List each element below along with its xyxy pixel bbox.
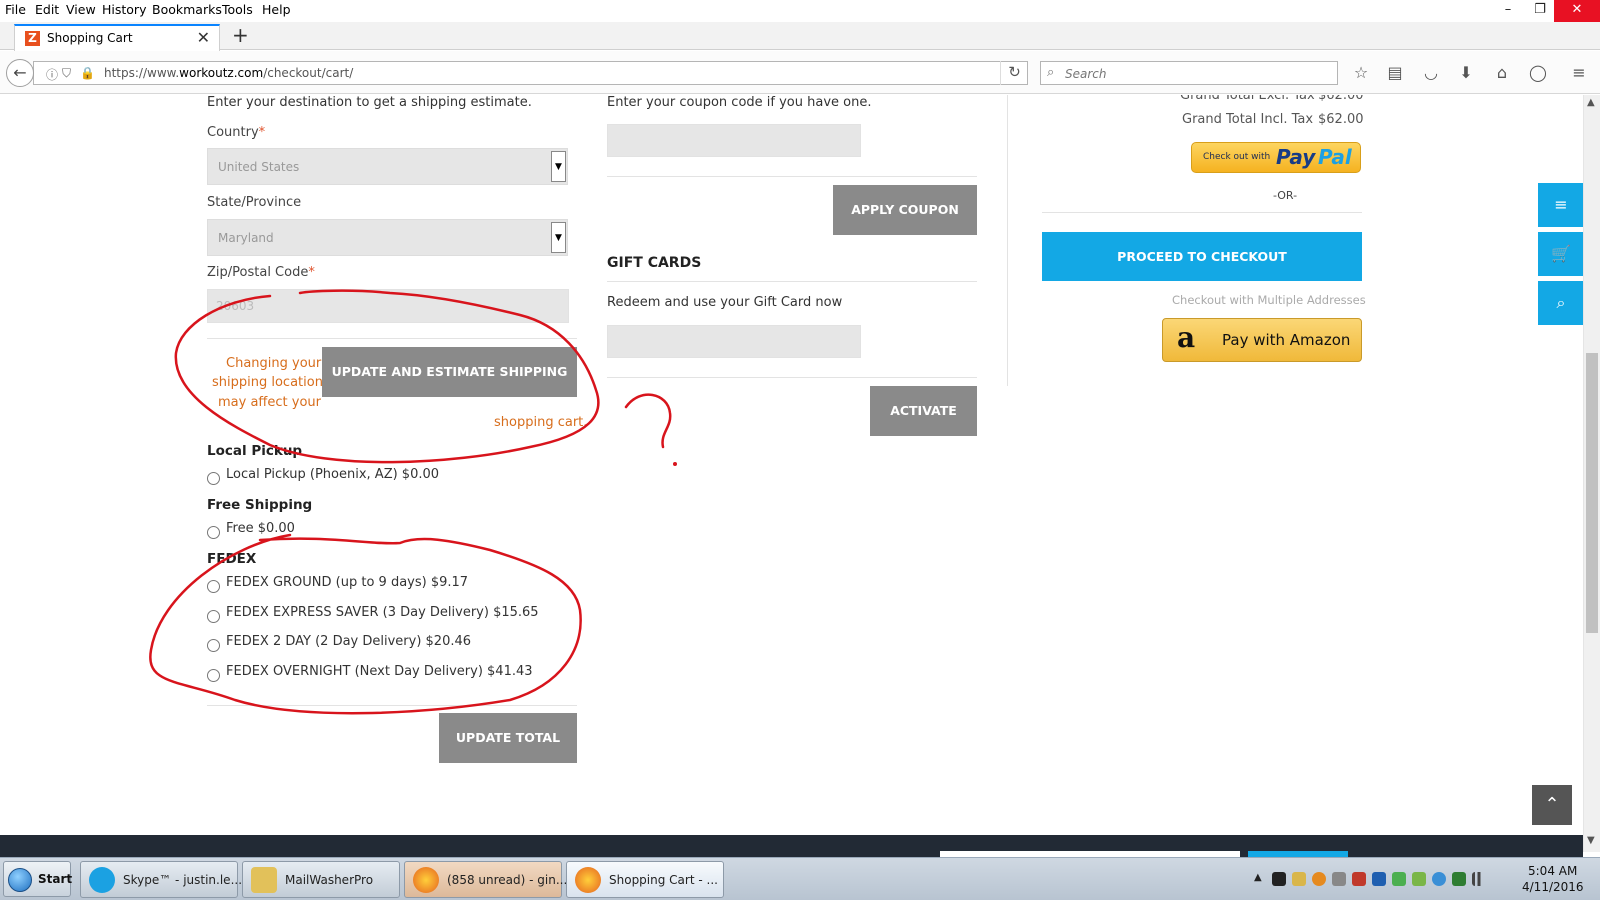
shield-icon[interactable]: ⛉ xyxy=(62,66,71,81)
task-label: Skype™ - justin.le... xyxy=(123,873,243,887)
menu-edit[interactable]: Edit xyxy=(35,2,59,17)
new-tab-button[interactable]: + xyxy=(232,23,249,47)
menu-tools[interactable]: Tools xyxy=(222,2,253,17)
navigation-bar: ⓘ ⛉ 🔒 https://www.workoutz.com/checkout/… xyxy=(0,51,1600,94)
skype-tray-icon[interactable] xyxy=(1432,872,1446,886)
tray-expand-icon[interactable]: ▲ xyxy=(1254,872,1268,886)
home-icon[interactable]: ⌂ xyxy=(1491,63,1513,82)
task-firefox-mail[interactable]: (858 unread) - gin... xyxy=(404,861,567,898)
reload-button[interactable]: ↻ xyxy=(1000,61,1028,85)
task-label: Shopping Cart - ... xyxy=(609,873,718,887)
search-placeholder: Search xyxy=(1065,67,1107,81)
recycle-icon[interactable] xyxy=(1452,872,1466,886)
info-icon[interactable]: ⓘ xyxy=(46,66,58,83)
mailwasher-tray-icon[interactable] xyxy=(1292,872,1306,886)
close-window-button[interactable]: ✕ xyxy=(1554,0,1600,22)
task-label: MailWasherPro xyxy=(285,873,374,887)
qq-penguin-icon[interactable] xyxy=(1272,872,1286,886)
mailwasher-icon xyxy=(251,867,277,893)
windows-taskbar: Start Skype™ - justin.le... MailWasherPr… xyxy=(0,857,1600,900)
hamburger-menu-icon[interactable]: ≡ xyxy=(1568,63,1590,82)
tab-bar: Z Shopping Cart ✕ + xyxy=(0,22,1600,51)
task-firefox-shopping-cart[interactable]: Shopping Cart - ... xyxy=(566,861,724,898)
clock-date[interactable]: 4/11/2016 xyxy=(1522,880,1584,894)
sync-icon[interactable] xyxy=(1392,872,1406,886)
search-icon: ⌕ xyxy=(1047,65,1055,80)
security-icon[interactable] xyxy=(1352,872,1366,886)
tab-shopping-cart[interactable]: Z Shopping Cart ✕ xyxy=(14,24,220,51)
annotation-circle-fedex xyxy=(149,533,582,715)
clipboard-icon[interactable]: ▤ xyxy=(1384,63,1406,82)
malwarebytes-icon[interactable] xyxy=(1372,872,1386,886)
tab-title: Shopping Cart xyxy=(47,31,133,45)
menu-history[interactable]: History xyxy=(102,2,146,17)
firefox-icon xyxy=(575,867,601,893)
menu-view[interactable]: View xyxy=(66,2,96,17)
network-signal-icon[interactable] xyxy=(1472,872,1486,886)
tab-close-icon[interactable]: ✕ xyxy=(197,28,210,47)
url-prefix: https://www. xyxy=(104,66,180,80)
clock-time[interactable]: 5:04 AM xyxy=(1528,864,1577,878)
volume-icon[interactable] xyxy=(1332,872,1346,886)
annotation-overlay xyxy=(149,289,677,715)
url-bar[interactable]: ⓘ ⛉ 🔒 https://www.workoutz.com/checkout/… xyxy=(33,61,1028,85)
restore-button[interactable]: ❐ xyxy=(1522,0,1558,22)
windows-orb-icon xyxy=(8,868,32,892)
start-label: Start xyxy=(38,872,73,886)
page-content: Enter your destination to get a shipping… xyxy=(0,95,1600,835)
updater-icon[interactable] xyxy=(1412,872,1426,886)
page-scrollbar[interactable]: ▲ ▼ xyxy=(1583,95,1600,852)
search-bar[interactable]: ⌕ Search xyxy=(1040,61,1338,85)
back-button[interactable]: ← xyxy=(6,59,34,87)
skype-icon xyxy=(89,867,115,893)
task-mailwasher[interactable]: MailWasherPro xyxy=(242,861,400,898)
start-button[interactable]: Start xyxy=(3,861,73,897)
minimize-button[interactable]: – xyxy=(1490,0,1526,22)
page-footer-strip xyxy=(0,835,1583,857)
star-icon[interactable]: ☆ xyxy=(1350,63,1372,82)
menu-bar: File Edit View History Bookmarks Tools H… xyxy=(0,0,1600,22)
task-label: (858 unread) - gin... xyxy=(447,873,568,887)
menu-bookmarks[interactable]: Bookmarks xyxy=(152,2,222,17)
reload-icon: ↻ xyxy=(1008,63,1021,81)
url-domain: workoutz.com xyxy=(179,66,264,80)
annotation-question-dot xyxy=(673,462,677,466)
scroll-thumb[interactable] xyxy=(1586,353,1598,633)
scroll-down-arrow-icon[interactable]: ▼ xyxy=(1587,835,1595,846)
url-path: /checkout/cart/ xyxy=(263,66,354,80)
firefox-icon xyxy=(413,867,439,893)
avast-icon[interactable] xyxy=(1312,872,1326,886)
url-text: https://www.workoutz.com/checkout/cart/ xyxy=(104,66,353,80)
download-icon[interactable]: ⬇ xyxy=(1455,63,1477,82)
chat-icon[interactable]: ◯ xyxy=(1527,63,1549,82)
annotation-circle-shipping-notice xyxy=(174,289,600,464)
pocket-icon[interactable]: ◡ xyxy=(1420,63,1442,82)
annotation-question-curve xyxy=(624,393,672,449)
lock-icon[interactable]: 🔒 xyxy=(80,66,95,80)
menu-help[interactable]: Help xyxy=(262,2,291,17)
scroll-up-arrow-icon[interactable]: ▲ xyxy=(1587,97,1595,108)
task-skype[interactable]: Skype™ - justin.le... xyxy=(80,861,242,898)
site-favicon-icon: Z xyxy=(25,31,40,46)
arrow-left-icon: ← xyxy=(13,63,27,82)
menu-file[interactable]: File xyxy=(5,2,26,17)
